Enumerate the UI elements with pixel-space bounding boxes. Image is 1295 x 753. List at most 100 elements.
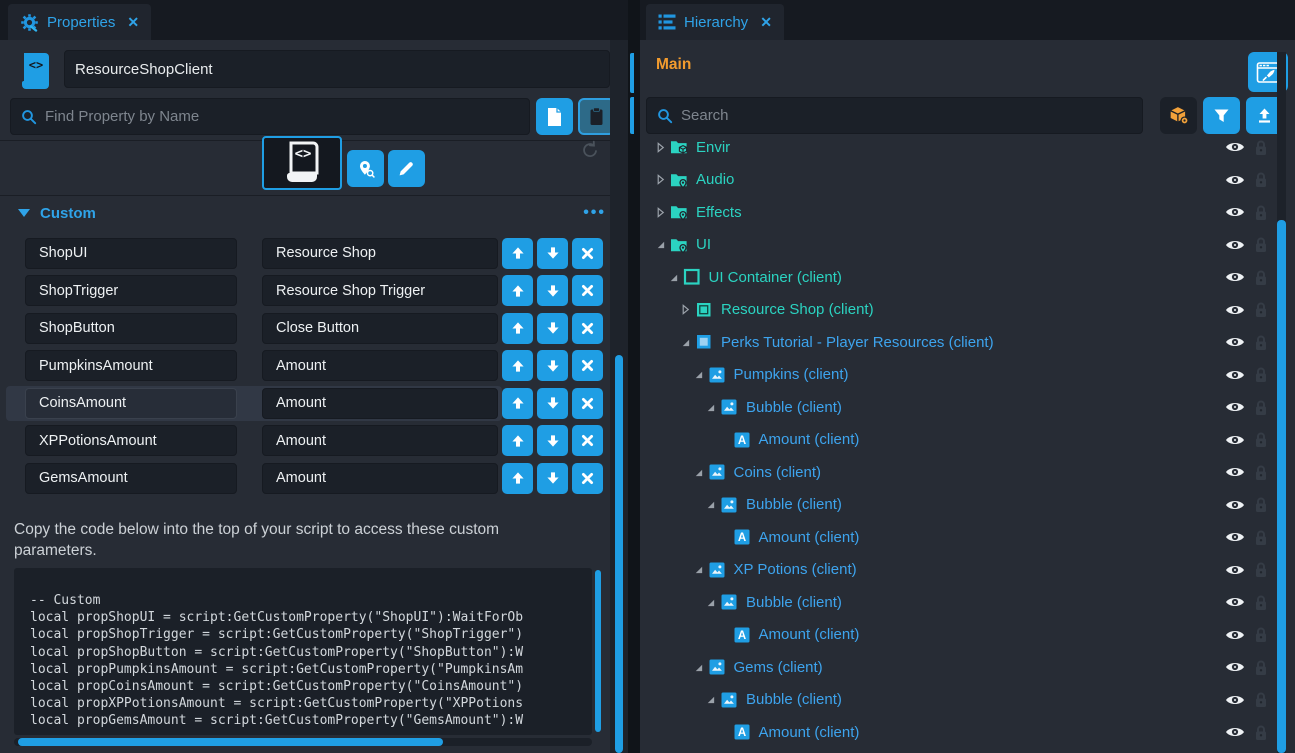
hierarchy-tree-row[interactable]: Envir: [640, 137, 1277, 164]
lock-icon[interactable]: [1254, 431, 1268, 448]
visibility-eye-icon[interactable]: [1225, 238, 1245, 252]
hierarchy-tree-row[interactable]: Bubble (client): [640, 684, 1277, 717]
expand-arrow-icon[interactable]: [654, 239, 667, 250]
tab-properties[interactable]: Properties ✕: [8, 4, 151, 40]
move-up-button[interactable]: [502, 388, 533, 419]
visibility-eye-icon[interactable]: [1225, 433, 1245, 447]
move-down-button[interactable]: [537, 313, 568, 344]
delete-property-button[interactable]: [572, 275, 603, 306]
move-up-button[interactable]: [502, 238, 533, 269]
custom-section-header[interactable]: Custom •••: [0, 196, 628, 230]
visibility-eye-icon[interactable]: [1225, 368, 1245, 382]
hierarchy-tree-row[interactable]: Gems (client): [640, 651, 1277, 684]
hierarchy-tree-row[interactable]: A Amount (client): [640, 424, 1277, 457]
move-down-button[interactable]: [537, 425, 568, 456]
lock-icon[interactable]: [1254, 334, 1268, 351]
lock-icon[interactable]: [1254, 269, 1268, 286]
lock-icon[interactable]: [1254, 236, 1268, 253]
visibility-eye-icon[interactable]: [1225, 693, 1245, 707]
expand-arrow-icon[interactable]: [692, 564, 705, 575]
hierarchy-tree-row[interactable]: A Amount (client): [640, 619, 1277, 652]
property-value-field[interactable]: [262, 425, 498, 456]
visibility-eye-icon[interactable]: [1225, 530, 1245, 544]
visibility-eye-icon[interactable]: [1225, 725, 1245, 739]
delete-property-button[interactable]: [572, 425, 603, 456]
delete-property-button[interactable]: [572, 388, 603, 419]
lock-icon[interactable]: [1254, 626, 1268, 643]
lock-icon[interactable]: [1254, 204, 1268, 221]
property-value-field[interactable]: [262, 313, 498, 344]
lock-icon[interactable]: [1254, 139, 1268, 156]
property-value-field[interactable]: [262, 238, 498, 269]
move-down-button[interactable]: [537, 388, 568, 419]
property-name-field[interactable]: [25, 350, 237, 381]
property-name-field[interactable]: [25, 275, 237, 306]
close-icon[interactable]: ✕: [760, 14, 772, 31]
expand-arrow-icon[interactable]: [704, 499, 717, 510]
expand-arrow-icon[interactable]: [654, 174, 667, 185]
property-name-field[interactable]: [25, 238, 237, 269]
visibility-eye-icon[interactable]: [1225, 595, 1245, 609]
expand-arrow-icon[interactable]: [667, 272, 680, 283]
hierarchy-tree-row[interactable]: Perks Tutorial - Player Resources (clien…: [640, 326, 1277, 359]
asset-package-button[interactable]: [1160, 97, 1197, 134]
expand-arrow-icon[interactable]: [654, 207, 667, 218]
expand-arrow-icon[interactable]: [704, 597, 717, 608]
visibility-eye-icon[interactable]: [1225, 173, 1245, 187]
collapse-triangle-icon[interactable]: [18, 209, 30, 217]
script-name-field[interactable]: [75, 61, 599, 78]
hierarchy-tree-row[interactable]: Bubble (client): [640, 391, 1277, 424]
hierarchy-search-input[interactable]: [681, 107, 1132, 124]
hierarchy-tree-row[interactable]: Pumpkins (client): [640, 359, 1277, 392]
property-value-field[interactable]: [262, 275, 498, 306]
hierarchy-tree-row[interactable]: Coins (client): [640, 456, 1277, 489]
lock-icon[interactable]: [1254, 399, 1268, 416]
delete-property-button[interactable]: [572, 238, 603, 269]
hierarchy-tree-row[interactable]: A Amount (client): [640, 521, 1277, 554]
visibility-eye-icon[interactable]: [1225, 498, 1245, 512]
visibility-eye-icon[interactable]: [1225, 563, 1245, 577]
hierarchy-tree-row[interactable]: Bubble (client): [640, 489, 1277, 522]
move-up-button[interactable]: [502, 463, 533, 494]
visibility-eye-icon[interactable]: [1225, 303, 1245, 317]
visibility-eye-icon[interactable]: [1225, 628, 1245, 642]
property-value-field[interactable]: [262, 463, 498, 494]
visibility-eye-icon[interactable]: [1225, 205, 1245, 219]
hierarchy-tree-row[interactable]: Effects: [640, 196, 1277, 229]
hierarchy-tree-row[interactable]: XP Potions (client): [640, 554, 1277, 587]
find-property-input[interactable]: [45, 108, 519, 125]
lock-icon[interactable]: [1254, 464, 1268, 481]
property-name-field[interactable]: [25, 463, 237, 494]
expand-arrow-icon[interactable]: [692, 467, 705, 478]
expand-arrow-icon[interactable]: [704, 694, 717, 705]
expand-arrow-icon[interactable]: [704, 402, 717, 413]
delete-property-button[interactable]: [572, 463, 603, 494]
visibility-eye-icon[interactable]: [1225, 335, 1245, 349]
expand-arrow-icon[interactable]: [654, 142, 667, 153]
property-name-field[interactable]: [25, 388, 237, 419]
section-menu-button[interactable]: •••: [583, 204, 606, 222]
expand-arrow-icon[interactable]: [679, 304, 692, 315]
hierarchy-tree-row[interactable]: UI Container (client): [640, 261, 1277, 294]
hierarchy-tree-row[interactable]: Resource Shop (client): [640, 294, 1277, 327]
lock-icon[interactable]: [1254, 561, 1268, 578]
delete-property-button[interactable]: [572, 350, 603, 381]
lock-icon[interactable]: [1254, 529, 1268, 546]
move-up-button[interactable]: [502, 313, 533, 344]
filter-button[interactable]: [1203, 97, 1240, 134]
expand-arrow-icon[interactable]: [692, 662, 705, 673]
move-up-button[interactable]: [502, 425, 533, 456]
lock-icon[interactable]: [1254, 594, 1268, 611]
move-down-button[interactable]: [537, 238, 568, 269]
property-value-field[interactable]: [262, 350, 498, 381]
property-name-field[interactable]: [25, 313, 237, 344]
move-down-button[interactable]: [537, 463, 568, 494]
horizontal-scrollbar-track[interactable]: [14, 738, 592, 746]
edit-script-button[interactable]: [388, 150, 425, 187]
delete-property-button[interactable]: [572, 313, 603, 344]
hierarchy-tree-row[interactable]: A Amount (client): [640, 716, 1277, 749]
lock-icon[interactable]: [1254, 659, 1268, 676]
move-up-button[interactable]: [502, 275, 533, 306]
expand-arrow-icon[interactable]: [679, 337, 692, 348]
lock-icon[interactable]: [1254, 171, 1268, 188]
